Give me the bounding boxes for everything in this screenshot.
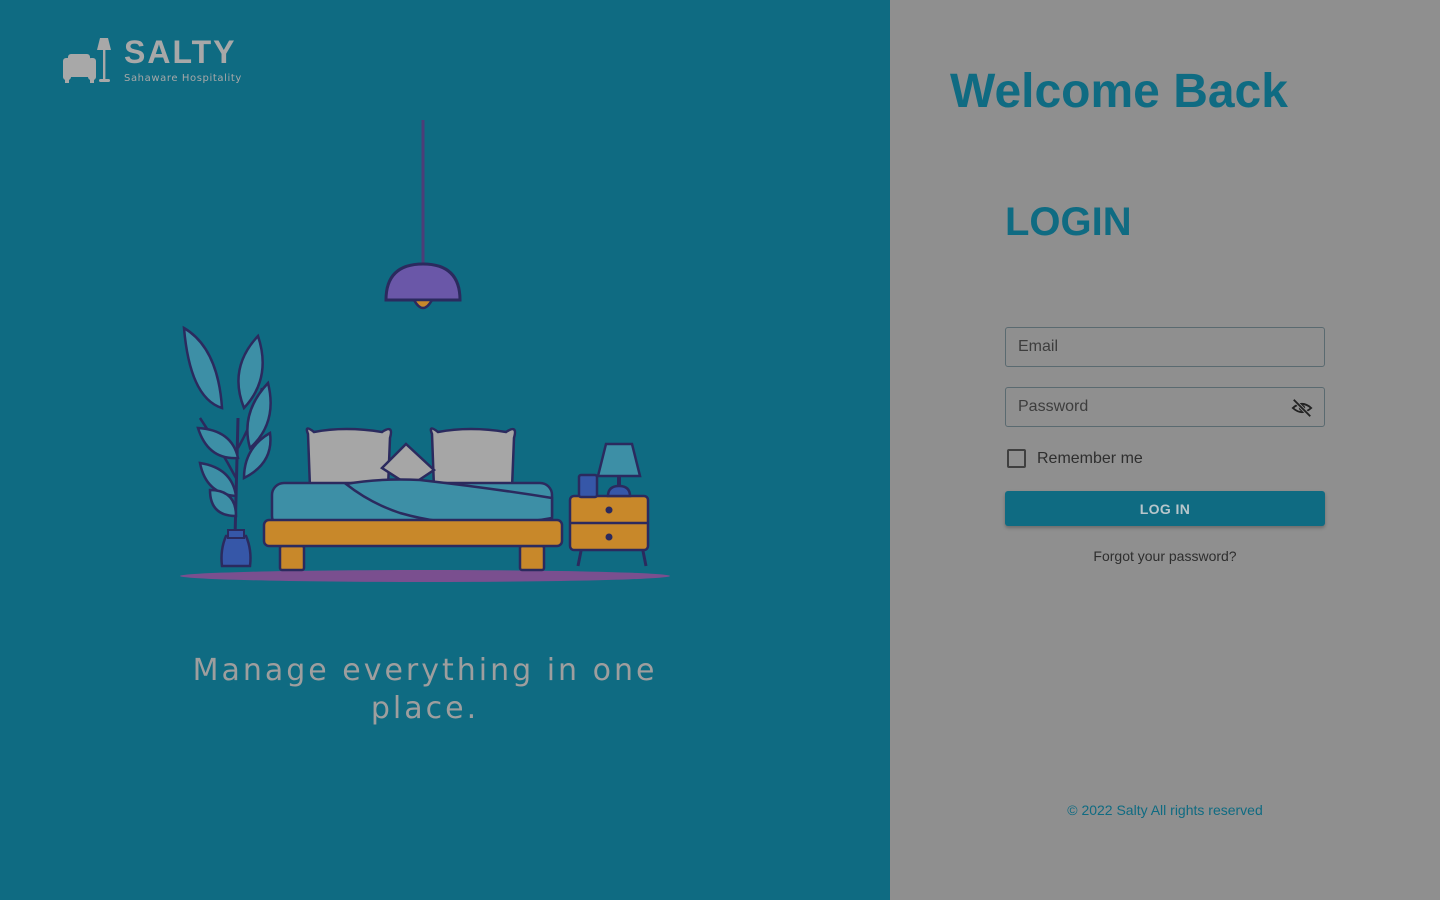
bedroom-illustration — [180, 120, 670, 582]
email-field[interactable] — [1005, 327, 1325, 367]
welcome-heading: Welcome Back — [950, 65, 1288, 118]
remember-me[interactable]: Remember me — [1007, 449, 1143, 468]
login-title: LOGIN — [1005, 200, 1132, 244]
hero-panel: SALTY Sahaware Hospitality Manage everyt… — [0, 0, 890, 900]
brand-logo: SALTY Sahaware Hospitality — [62, 36, 242, 86]
login-button[interactable]: LOG IN — [1005, 491, 1325, 526]
remember-label: Remember me — [1037, 449, 1143, 467]
brand-subtitle: Sahaware Hospitality — [124, 73, 242, 84]
remember-checkbox[interactable] — [1007, 449, 1026, 468]
copyright-footer: © 2022 Salty All rights reserved — [1067, 802, 1263, 818]
forgot-password-link[interactable]: Forgot your password? — [1005, 548, 1325, 564]
armchair-lamp-icon — [63, 38, 111, 83]
login-panel: Welcome Back LOGIN Remember me LOG IN Fo… — [890, 0, 1440, 900]
hero-tagline: Manage everything in one place. — [192, 653, 658, 726]
brand-name: SALTY — [124, 34, 237, 70]
password-input[interactable] — [1006, 388, 1324, 426]
eye-off-icon[interactable] — [1290, 397, 1314, 419]
password-field[interactable] — [1005, 387, 1325, 427]
email-input[interactable] — [1006, 328, 1324, 366]
